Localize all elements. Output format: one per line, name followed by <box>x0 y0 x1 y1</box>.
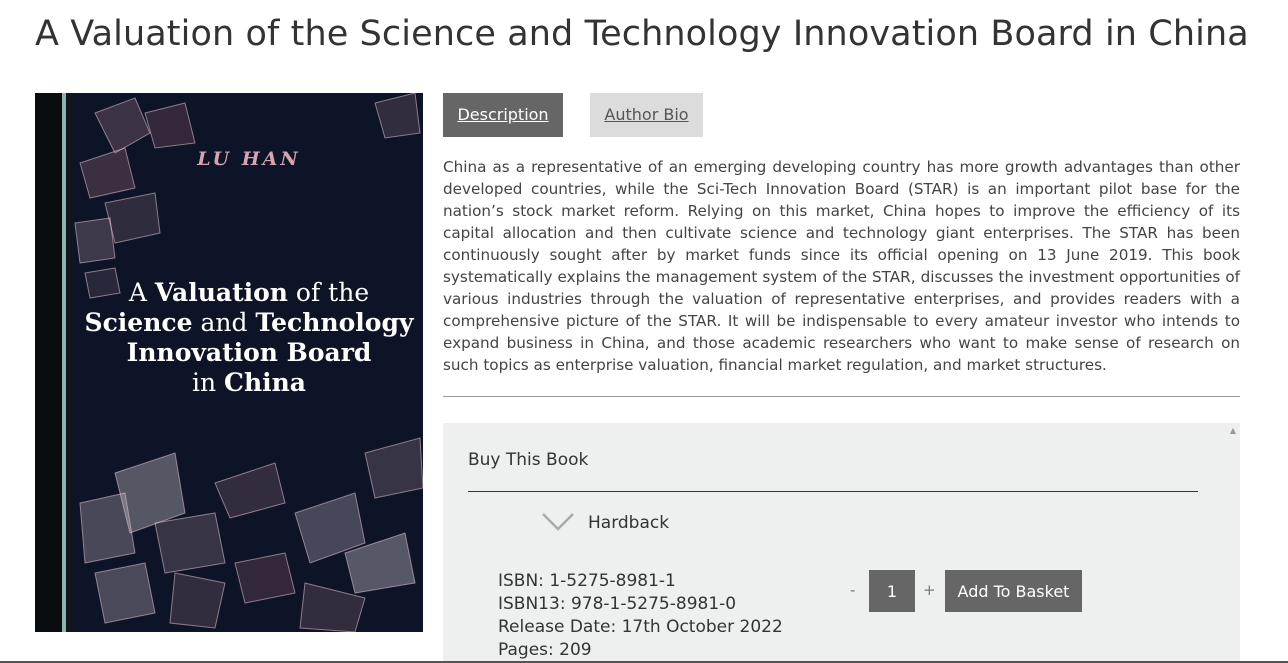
cover-title: A Valuation of the Science and Technolog… <box>84 278 414 397</box>
quantity-input[interactable] <box>869 570 915 612</box>
buy-panel: ▲ Buy This Book Hardback ISBN: 1-5275-89… <box>443 423 1240 663</box>
add-to-basket-button[interactable]: Add To Basket <box>945 570 1082 612</box>
cover-author: LU HAN <box>197 148 301 170</box>
release-date: Release Date: 17th October 2022 <box>498 617 783 637</box>
arrow-up-icon[interactable]: ▲ <box>1230 426 1236 435</box>
book-details: ISBN: 1-5275-8981-1 ISBN13: 978-1-5275-8… <box>498 570 783 662</box>
isbn: ISBN: 1-5275-8981-1 <box>498 571 676 591</box>
buy-divider <box>468 491 1198 492</box>
format-label[interactable]: Hardback <box>588 513 669 533</box>
book-description: China as a representative of an emerging… <box>443 158 1240 374</box>
book-cover: LU HAN A Valuation of the Science and Te… <box>35 93 423 632</box>
tab-author-bio[interactable]: Author Bio <box>590 93 703 137</box>
isbn13: ISBN13: 978-1-5275-8981-0 <box>498 594 737 614</box>
buy-title: Buy This Book <box>468 450 589 470</box>
chevron-down-icon[interactable] <box>541 511 575 533</box>
tab-description[interactable]: Description <box>443 93 563 137</box>
page-title: A Valuation of the Science and Technolog… <box>35 14 1249 54</box>
pages: Pages: 209 <box>498 640 592 660</box>
quantity-decrease-button[interactable]: - <box>850 581 855 599</box>
quantity-increase-button[interactable]: + <box>923 581 936 599</box>
divider <box>443 396 1240 397</box>
